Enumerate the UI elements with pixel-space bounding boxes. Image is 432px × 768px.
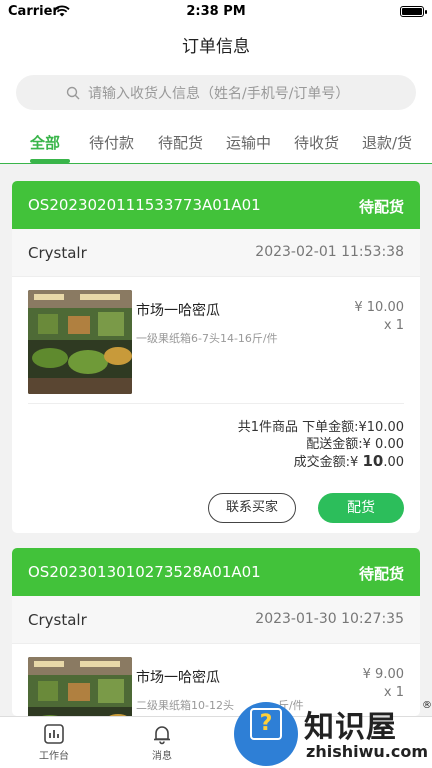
tabbar-item-messages[interactable]: 消息 xyxy=(132,723,192,762)
product-spec: 一级果纸箱6-7头14-16斤/件 xyxy=(136,332,278,345)
product-quantity: x 1 xyxy=(383,318,404,333)
tabbar-item-workbench[interactable]: 工作台 xyxy=(24,723,84,762)
tab-all[interactable]: 全部 xyxy=(30,132,60,153)
tabbar-label: 工作台 xyxy=(39,751,69,762)
watermark-text: 知识屋 xyxy=(304,710,397,745)
tab-pending-picking[interactable]: 待配货 xyxy=(158,132,203,153)
product-spec-text: 二级果纸箱10-12头 xyxy=(136,699,234,712)
order-amount-label: 下单金额: xyxy=(302,420,359,435)
product-image xyxy=(28,290,132,394)
watermark-logo: ? 知识屋 ® zhishiwu.com xyxy=(232,690,432,768)
page-title: 订单信息 xyxy=(182,37,250,57)
watermark-url: zhishiwu.com xyxy=(306,742,428,761)
bell-icon xyxy=(154,726,170,745)
order-summary: 共1件商品 下单金额:¥10.00 配送金额:¥ 0.00 成交金额:¥ 10.… xyxy=(238,419,404,471)
chart-icon xyxy=(44,724,64,744)
buyer-row: Crystalr 2023-02-01 11:53:38 xyxy=(12,229,420,277)
shipping-amount: ¥ 0.00 xyxy=(362,437,404,452)
tab-refund[interactable]: 退款/货 xyxy=(362,132,412,153)
clock: 2:38 PM xyxy=(186,4,246,19)
status-bar: Carrier 2:38 PM xyxy=(0,0,432,24)
shipping-line: 配送金额:¥ 0.00 xyxy=(238,436,404,453)
product-price: ¥ 9.00 xyxy=(362,667,404,682)
divider xyxy=(28,403,404,404)
order-status-tabs: 全部 待付款 待配货 运输中 待收货 退款/货 xyxy=(0,120,432,164)
order-card[interactable]: OS2023020111533773A01A01 待配货 Crystalr 20… xyxy=(12,181,420,533)
question-icon: ? xyxy=(250,708,282,740)
nav-bar: 订单信息 xyxy=(0,24,432,64)
deal-currency: ¥ xyxy=(350,455,359,470)
product-price: ¥ 10.00 xyxy=(354,300,404,315)
product-image xyxy=(28,657,132,716)
order-datetime: 2023-01-30 10:27:35 xyxy=(255,611,404,627)
search-icon xyxy=(66,86,80,100)
order-status: 待配货 xyxy=(358,565,404,583)
order-number: OS2023013010273528A01A01 xyxy=(28,563,261,581)
order-datetime: 2023-02-01 11:53:38 xyxy=(255,244,404,260)
order-status: 待配货 xyxy=(358,198,404,216)
battery-icon xyxy=(400,6,427,17)
contact-buyer-button[interactable]: 联系买家 xyxy=(208,493,296,523)
order-number: OS2023020111533773A01A01 xyxy=(28,196,261,214)
deal-decimals: .00 xyxy=(383,455,404,470)
order-item[interactable]: 市场一哈密瓜 一级果纸箱6-7头14-16斤/件 ¥ 10.00 x 1 xyxy=(12,277,420,401)
tab-pending-payment[interactable]: 待付款 xyxy=(89,132,134,153)
order-amount: ¥10.00 xyxy=(358,420,405,435)
order-header: OS2023020111533773A01A01 待配货 xyxy=(12,181,420,229)
buyer-row: Crystalr 2023-01-30 10:27:35 xyxy=(12,596,420,644)
buyer-name: Crystalr xyxy=(28,244,87,262)
registered-mark: ® xyxy=(422,700,432,711)
tab-pending-receipt[interactable]: 待收货 xyxy=(294,132,339,153)
deal-line: 成交金额:¥ 10.00 xyxy=(238,453,404,471)
search-placeholder: 请输入收货人信息（姓名/手机号/订单号） xyxy=(88,86,350,102)
search-input[interactable]: 请输入收货人信息（姓名/手机号/订单号） xyxy=(16,75,416,110)
tabbar-label: 消息 xyxy=(152,751,172,762)
tab-in-transit[interactable]: 运输中 xyxy=(226,132,271,153)
deal-amount: 10 xyxy=(362,452,384,470)
pick-goods-button[interactable]: 配货 xyxy=(318,493,404,523)
product-name: 市场一哈密瓜 xyxy=(136,303,220,319)
buyer-name: Crystalr xyxy=(28,611,87,629)
order-header: OS2023013010273528A01A01 待配货 xyxy=(12,548,420,596)
search-section: 请输入收货人信息（姓名/手机号/订单号） xyxy=(0,64,432,120)
item-count: 共1件商品 xyxy=(237,420,298,435)
order-amount-line: 共1件商品 下单金额:¥10.00 xyxy=(238,419,404,436)
active-tab-indicator xyxy=(30,159,70,163)
deal-label: 成交金额: xyxy=(293,455,351,470)
product-name: 市场一哈密瓜 xyxy=(136,670,220,686)
shipping-label: 配送金额: xyxy=(306,437,363,452)
